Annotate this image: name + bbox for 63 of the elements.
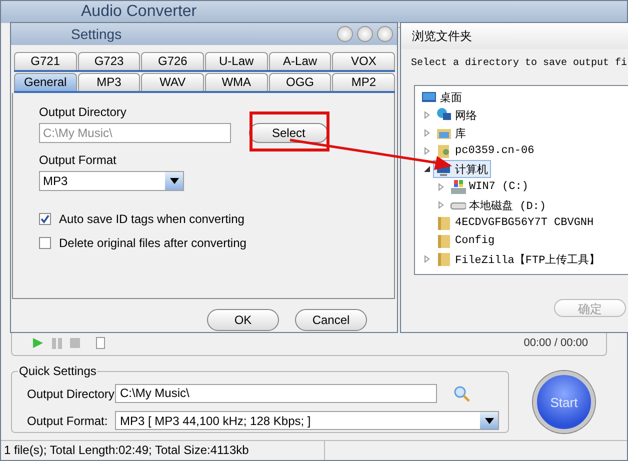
window-title: Audio Converter: [81, 2, 197, 22]
collapsed-arrow-icon[interactable]: [422, 147, 430, 155]
field-label: Output Directory: [27, 386, 115, 400]
format-tab[interactable]: G726: [141, 52, 204, 70]
window-control-icon[interactable]: [357, 26, 373, 42]
group-title: Quick Settings: [18, 364, 98, 378]
window-control-icon[interactable]: [377, 26, 393, 42]
format-tab[interactable]: General: [14, 73, 77, 91]
dialog-button[interactable]: Cancel: [295, 309, 367, 331]
format-tab[interactable]: VOX: [332, 52, 396, 70]
user-icon: [436, 143, 452, 159]
format-tab[interactable]: G723: [78, 52, 140, 70]
pause-icon[interactable]: [52, 338, 62, 348]
folder-tree-item[interactable]: FileZilla【FTP上传工具】: [433, 250, 604, 268]
network-icon: [436, 107, 452, 123]
play-icon[interactable]: [32, 337, 44, 349]
expanded-arrow-icon[interactable]: [422, 165, 430, 173]
field-label: Output Directory: [39, 105, 128, 119]
output-format-dropdown[interactable]: MP3 [ MP3 44,100 kHz; 128 Kbps; ]: [115, 411, 499, 430]
collapsed-arrow-icon[interactable]: [422, 255, 430, 263]
format-tab[interactable]: U-Law: [205, 52, 268, 70]
output-directory-field[interactable]: C:\My Music\: [39, 123, 231, 143]
folder-tree-item[interactable]: pc0359.cn-06: [433, 142, 538, 160]
seek-slider-thumb[interactable]: [96, 337, 105, 349]
checkbox[interactable]: [39, 237, 51, 249]
format-tab[interactable]: OGG: [268, 73, 332, 91]
dialog-button[interactable]: OK: [207, 309, 279, 331]
system-drive-icon: [450, 179, 466, 195]
folder-icon: [436, 233, 452, 249]
field-label: Output Format:: [27, 414, 109, 428]
checkbox[interactable]: [39, 213, 51, 225]
format-tab[interactable]: WMA: [205, 73, 268, 91]
folder-tree-item[interactable]: 网络: [433, 106, 480, 124]
folder-tree-item[interactable]: 4ECDVGFBG56Y7T CBVGNH: [433, 214, 597, 232]
folder-icon: [436, 251, 452, 267]
status-text: 1 file(s); Total Length:02:49; Total Size:4113kb: [1, 441, 325, 460]
dialog-prompt: Select a directory to save output fi: [410, 56, 628, 69]
folder-tree-item[interactable]: WIN7 (C:): [447, 178, 532, 196]
checkbox-label: Delete original files after converting: [59, 236, 246, 250]
checkbox-label: Auto save ID tags when converting: [59, 212, 244, 226]
collapsed-arrow-icon[interactable]: [436, 183, 444, 191]
field-label: Output Format: [39, 153, 118, 167]
format-tab[interactable]: MP2: [332, 73, 396, 91]
folder-tree-item[interactable]: Config: [433, 232, 498, 250]
search-icon[interactable]: [453, 384, 471, 402]
collapsed-arrow-icon[interactable]: [422, 111, 430, 119]
desktop-icon: [421, 89, 437, 105]
folder-tree-item[interactable]: 库: [433, 124, 469, 142]
collapsed-arrow-icon[interactable]: [422, 129, 430, 137]
format-tab[interactable]: MP3: [78, 73, 140, 91]
folder-tree-item[interactable]: 本地磁盘 (D:): [447, 196, 550, 214]
dialog-title: 浏览文件夹: [412, 28, 472, 44]
collapsed-arrow-icon[interactable]: [436, 201, 444, 209]
format-tab[interactable]: WAV: [141, 73, 204, 91]
format-tab[interactable]: A-Law: [268, 52, 332, 70]
folder-icon: [436, 215, 452, 231]
dialog-title: Settings: [71, 26, 122, 42]
format-tab[interactable]: G721: [14, 52, 77, 70]
output-directory-field[interactable]: C:\My Music\: [115, 384, 437, 403]
output-format-dropdown[interactable]: MP3: [39, 171, 184, 191]
folder-tree-item[interactable]: 桌面: [418, 88, 465, 106]
playback-time: 00:00 / 00:00: [524, 337, 588, 349]
window-control-icon[interactable]: [337, 26, 353, 42]
